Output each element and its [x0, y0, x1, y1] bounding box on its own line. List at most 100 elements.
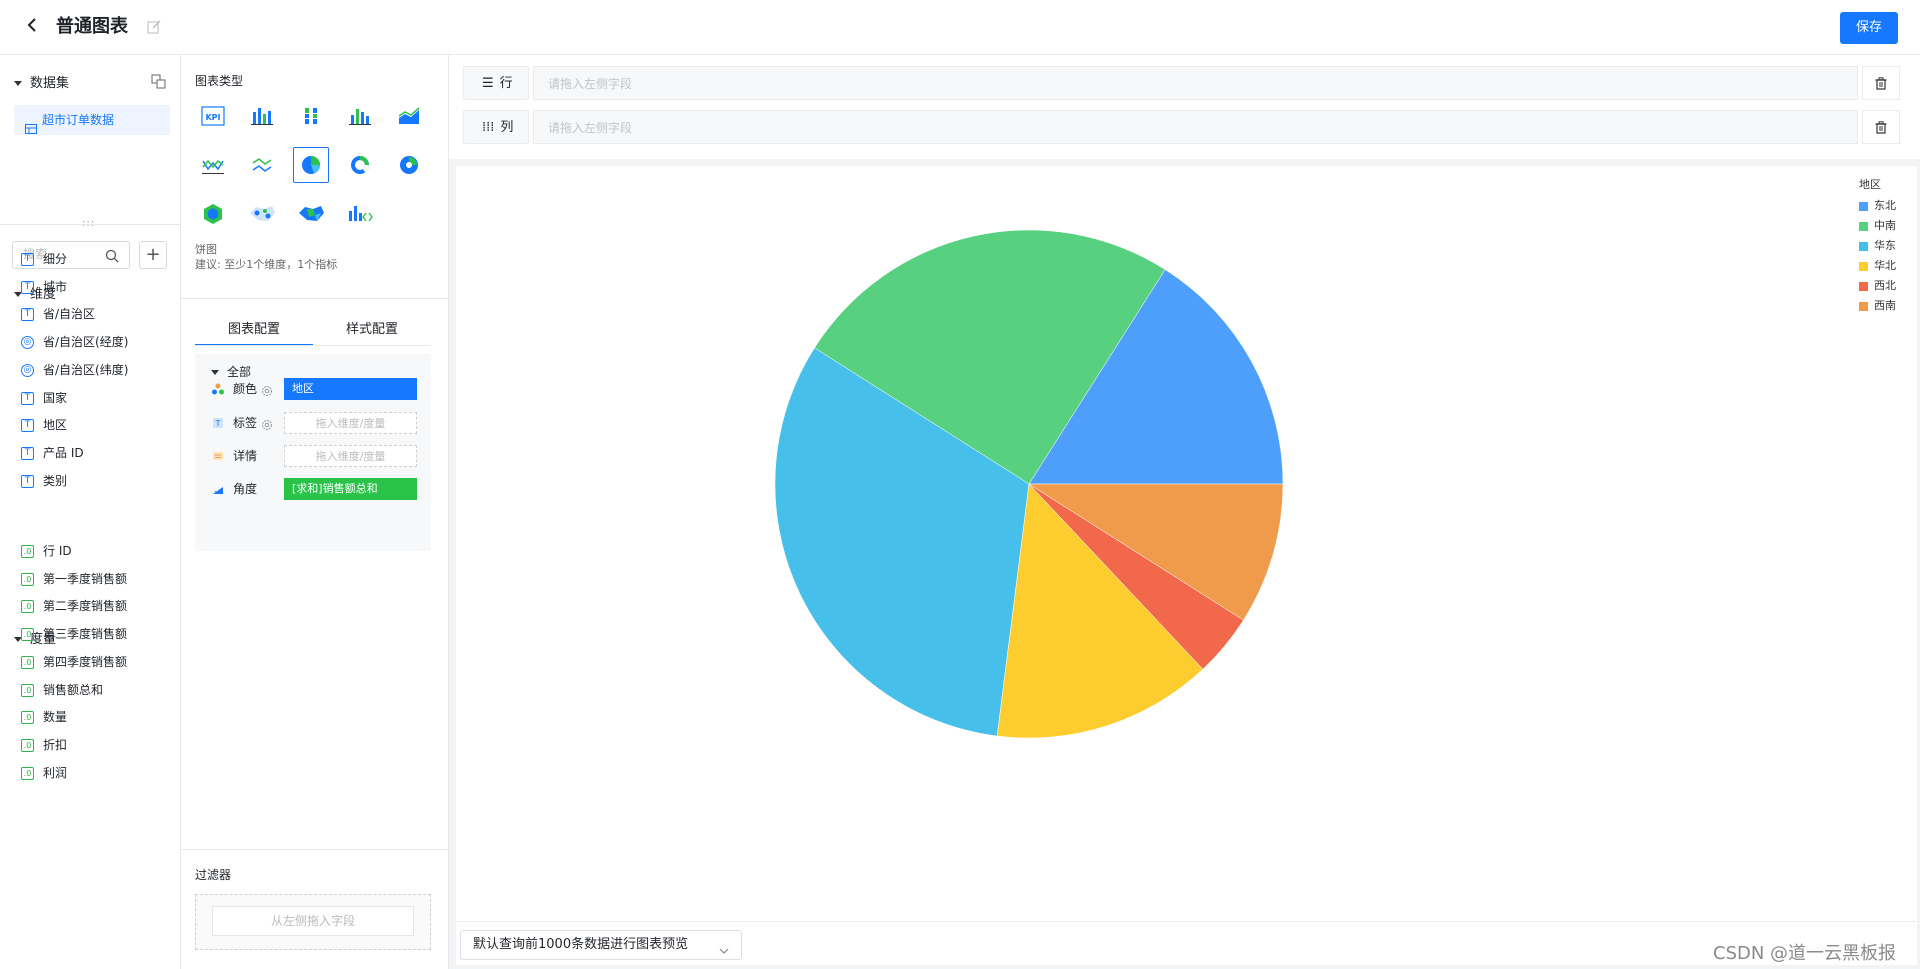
region-map-icon[interactable]	[293, 196, 329, 232]
text-label-icon: T	[211, 415, 225, 429]
row-shelf: ☰ 行 请拖入左侧字段	[463, 66, 1903, 100]
legend-item[interactable]: 东北	[1859, 196, 1919, 216]
field-label: 第一季度销售额	[43, 571, 128, 586]
custom-chart-icon[interactable]	[342, 196, 378, 232]
columns-icon: ⁞⁞⁞	[482, 120, 495, 135]
text-type-icon: T	[21, 474, 34, 488]
chart-legend: 地区 东北 中南 华东 华北 西北 西南	[1859, 176, 1919, 316]
column-drop-zone[interactable]: 请拖入左侧字段	[533, 110, 1858, 144]
save-button[interactable]: 保存	[1840, 12, 1898, 44]
field-item[interactable]: T 类别	[21, 470, 67, 492]
text-type-icon: T	[21, 253, 34, 266]
field-label: 第三季度销售额	[43, 627, 128, 642]
field-item[interactable]: T 国家	[21, 387, 67, 409]
dataset-item[interactable]: 超市订单数据	[14, 105, 170, 135]
label-drop-slot[interactable]: 拖入维度/度量	[284, 412, 417, 434]
legend-swatch	[1859, 201, 1868, 211]
caret-down-icon	[14, 81, 22, 86]
field-item[interactable]: .0 折扣	[21, 734, 67, 756]
field-item[interactable]: .0 第四季度销售额	[21, 651, 127, 673]
bar-chart-icon[interactable]	[244, 98, 280, 134]
field-item[interactable]: .0 销售额总和	[21, 679, 103, 701]
gear-icon[interactable]	[261, 416, 273, 430]
filter-drop-slot[interactable]: 从左侧拖入字段	[212, 906, 414, 936]
field-item[interactable]: T 产品 ID	[21, 442, 84, 464]
field-item[interactable]: T 地区	[21, 414, 67, 436]
label-label: 标签	[233, 416, 258, 430]
color-field-pill[interactable]: 地区	[284, 378, 417, 400]
field-item[interactable]: T 省/自治区	[21, 303, 95, 325]
field-item[interactable]: .0 数量	[21, 706, 67, 728]
dataset-item-label: 超市订单数据	[42, 113, 115, 127]
dataset-section-header[interactable]: 数据集	[14, 72, 69, 91]
chart-type-hint: 建议: 至少1个维度，1个指标	[195, 258, 338, 271]
field-label: 城市	[43, 279, 68, 294]
dataset-section-title: 数据集	[30, 76, 70, 91]
field-item[interactable]: .0 第一季度销售额	[21, 568, 127, 590]
multi-line-icon[interactable]	[244, 147, 280, 183]
page-title: 普通图表	[56, 16, 128, 37]
legend-swatch	[1859, 261, 1868, 271]
pie-chart-icon[interactable]	[293, 147, 329, 183]
stacked-bar-icon[interactable]	[293, 98, 329, 134]
field-item[interactable]: .0 第三季度销售额	[21, 623, 127, 645]
field-item[interactable]: T 城市	[21, 276, 67, 298]
pie-chart	[774, 229, 1284, 739]
angle-encoding-row: 角度 [求和]销售额总和	[211, 476, 423, 500]
back-arrow-icon[interactable]	[24, 14, 44, 40]
grouped-bar-icon[interactable]	[342, 98, 378, 134]
field-item[interactable]: ◎ 省/自治区(经度)	[21, 331, 128, 353]
field-item[interactable]: .0 行 ID	[21, 540, 72, 562]
color-label: 颜色	[233, 382, 258, 396]
tab-style-config[interactable]: 样式配置	[313, 314, 431, 346]
hexagon-icon[interactable]	[195, 196, 231, 232]
row-drop-zone[interactable]: 请拖入左侧字段	[533, 66, 1858, 100]
field-label: 销售额总和	[43, 682, 104, 697]
legend-item[interactable]: 西南	[1859, 296, 1919, 316]
search-icon[interactable]	[105, 248, 119, 263]
kpi-icon[interactable]: KPI	[195, 98, 231, 134]
field-item[interactable]: T 细分	[21, 248, 67, 270]
scatter-map-icon[interactable]	[244, 196, 280, 232]
geo-type-icon: ◎	[21, 363, 34, 377]
gear-icon[interactable]	[261, 382, 273, 396]
chart-types-title: 图表类型	[195, 74, 244, 88]
legend-title: 地区	[1859, 178, 1881, 191]
legend-item[interactable]: 西北	[1859, 276, 1919, 296]
detail-label: 详情	[233, 449, 258, 463]
text-type-icon: T	[21, 446, 34, 460]
angle-label: 角度	[233, 482, 258, 496]
section-divider	[181, 849, 449, 850]
watermark: CSDN @道一云黑板报	[1713, 943, 1897, 964]
edit-title-icon[interactable]	[147, 19, 161, 34]
field-item[interactable]: ◎ 省/自治区(纬度)	[21, 359, 128, 381]
trash-icon[interactable]	[1862, 66, 1900, 100]
column-shelf: ⁞⁞⁞ 列 请拖入左侧字段	[463, 110, 1903, 144]
trash-icon[interactable]	[1862, 110, 1900, 144]
field-item[interactable]: .0 第二季度销售额	[21, 595, 127, 617]
label-encoding-row: T 标签 拖入维度/度量	[211, 410, 423, 434]
measure-type-icon: .0	[21, 683, 34, 697]
selected-chart-name: 饼图	[195, 243, 217, 256]
preview-limit-select[interactable]: 默认查询前1000条数据进行图表预览	[460, 930, 742, 960]
field-item[interactable]: .0 利润	[21, 762, 67, 784]
detail-icon	[211, 448, 225, 462]
legend-item[interactable]: 中南	[1859, 216, 1919, 236]
line-chart-icon[interactable]	[195, 147, 231, 183]
measure-type-icon: .0	[21, 628, 34, 642]
detail-drop-slot[interactable]: 拖入维度/度量	[284, 445, 417, 467]
donut-chart-icon[interactable]	[342, 147, 378, 183]
add-field-button[interactable]: +	[139, 241, 167, 269]
panel-divider	[0, 224, 181, 225]
angle-field-pill[interactable]: [求和]销售额总和	[284, 478, 417, 500]
legend-item[interactable]: 华东	[1859, 236, 1919, 256]
rose-chart-icon[interactable]	[391, 147, 427, 183]
legend-item[interactable]: 华北	[1859, 256, 1919, 276]
text-type-icon: T	[21, 308, 34, 322]
switch-dataset-icon[interactable]	[151, 74, 166, 89]
chevron-down-icon	[719, 939, 729, 954]
legend-swatch	[1859, 241, 1868, 251]
tab-chart-config[interactable]: 图表配置	[195, 314, 313, 346]
area-chart-icon[interactable]	[391, 98, 427, 134]
measure-type-icon: .0	[21, 600, 34, 614]
